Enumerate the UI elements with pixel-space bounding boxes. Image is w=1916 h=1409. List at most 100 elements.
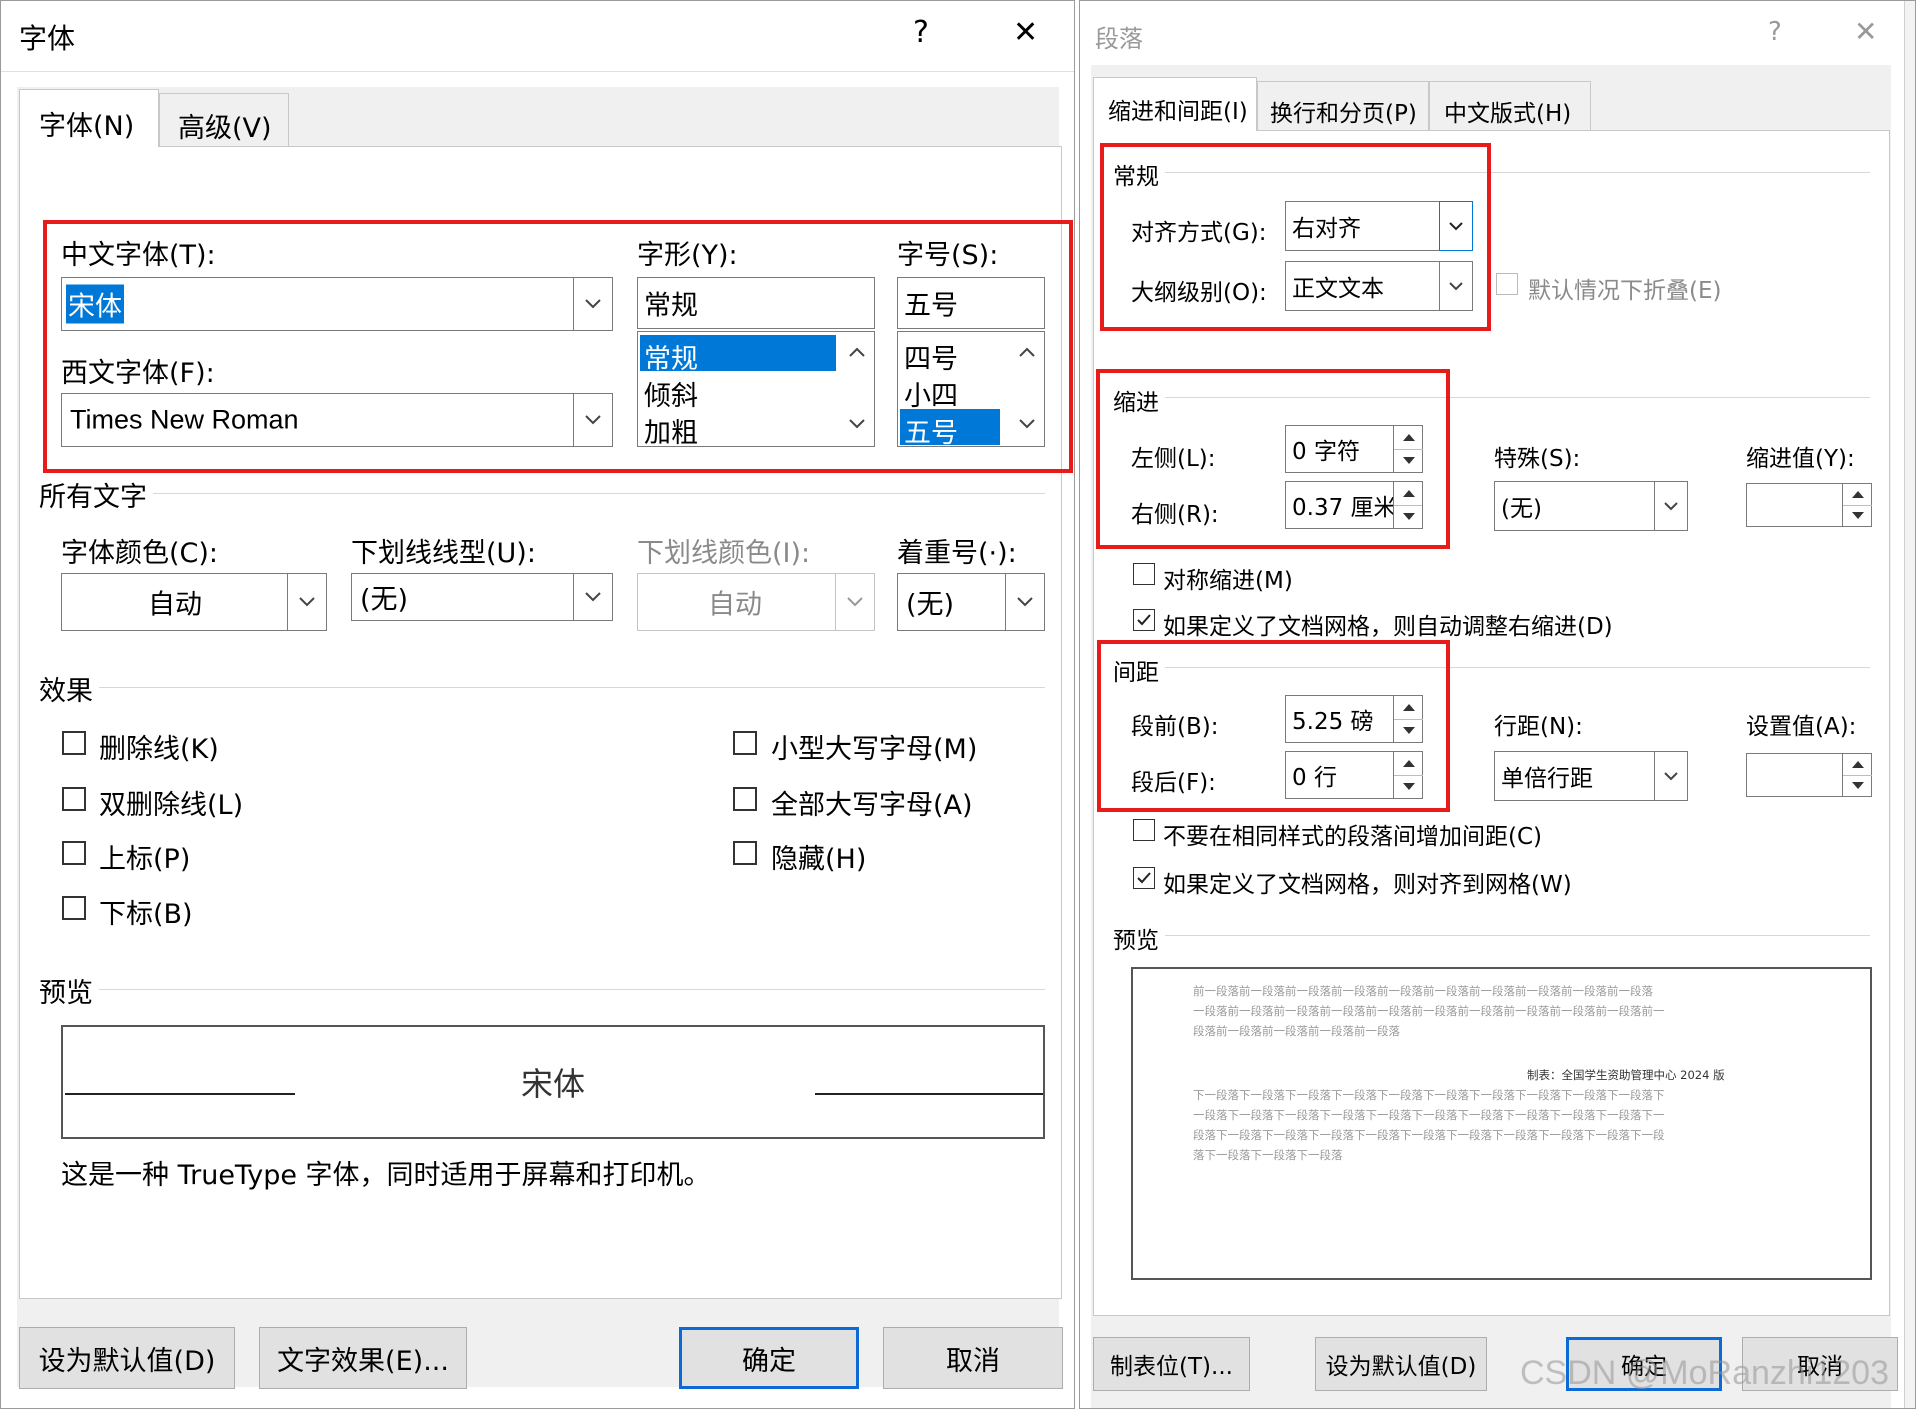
help-button[interactable]: ? bbox=[913, 15, 929, 50]
line-spacing-label: 行距(N): bbox=[1494, 714, 1583, 740]
preview-sample: 宋体 bbox=[521, 1065, 586, 1103]
font-color-label: 字体颜色(C): bbox=[61, 538, 219, 569]
tab-line-page-breaks[interactable]: 换行和分页(P) bbox=[1257, 81, 1429, 131]
divider bbox=[41, 687, 1045, 688]
double-strikethrough-checkbox[interactable] bbox=[62, 787, 86, 811]
preview-description: 这是一种 TrueType 字体，同时适用于屏幕和打印机。 bbox=[61, 1160, 711, 1191]
checkbox-label: 默认情况下折叠(E) bbox=[1528, 278, 1722, 304]
at-spinner[interactable] bbox=[1746, 753, 1872, 797]
preview-line: 段落前一段落前一段落前一段落前一段落 bbox=[1193, 1024, 1400, 1038]
divider bbox=[1113, 935, 1870, 936]
underline-style-combo[interactable]: (无) bbox=[351, 573, 613, 621]
preview-line: 一段落下一段落下一段落下一段落下一段落下一段落下一段落下一段落下一段落下一段落下… bbox=[1193, 1108, 1665, 1122]
preview-line: 落下一段落下一段落下一段落 bbox=[1193, 1148, 1343, 1162]
title-divider bbox=[1, 71, 1074, 72]
chevron-down-icon[interactable] bbox=[1654, 751, 1688, 801]
indent-by-label: 缩进值(Y): bbox=[1746, 446, 1855, 472]
cancel-button[interactable]: 取消 bbox=[883, 1327, 1063, 1389]
preview-next-paragraph: 下一段落下一段落下一段落下一段落下一段落下一段落下一段落下一段落下一段落下一段落… bbox=[1193, 1085, 1793, 1165]
tab-advanced[interactable]: 高级(V) bbox=[159, 93, 289, 147]
preview-rule bbox=[65, 1093, 295, 1095]
at-label: 设置值(A): bbox=[1746, 714, 1857, 740]
underline-color-combo: 自动 bbox=[637, 573, 875, 631]
preview-line: 段落下一段落下一段落下一段落下一段落下一段落下一段落下一段落下一段落下一段落下一… bbox=[1193, 1128, 1665, 1142]
help-button[interactable]: ? bbox=[1768, 17, 1782, 47]
checkbox-label: 如果定义了文档网格，则自动调整右缩进(D) bbox=[1163, 614, 1613, 640]
emphasis-label: 着重号(·): bbox=[897, 538, 1017, 569]
chevron-down-icon[interactable] bbox=[287, 573, 327, 631]
section-heading: 预览 bbox=[39, 971, 99, 1010]
section-heading: 间距 bbox=[1113, 653, 1165, 687]
preview-line: 下一段落下一段落下一段落下一段落下一段落下一段落下一段落下一段落下一段落下一段落… bbox=[1193, 1088, 1665, 1102]
checkbox-label: 双删除线(L) bbox=[99, 790, 244, 821]
spin-down-icon[interactable] bbox=[1843, 504, 1872, 528]
small-caps-checkbox[interactable] bbox=[733, 731, 757, 755]
checkbox-label: 上标(P) bbox=[99, 844, 191, 875]
paragraph-dialog: 段落 ? ✕ 缩进和间距(I) 换行和分页(P) 中文版式(H) 常规 对齐方式… bbox=[1079, 0, 1916, 1409]
chevron-down-icon[interactable] bbox=[1654, 481, 1688, 531]
mirror-indents-checkbox[interactable] bbox=[1133, 563, 1155, 585]
tabs-button[interactable]: 制表位(T)... bbox=[1093, 1337, 1250, 1391]
subscript-checkbox[interactable] bbox=[62, 896, 86, 920]
preview-line: 前一段落前一段落前一段落前一段落前一段落前一段落前一段落前一段落前一段落前一段落 bbox=[1193, 984, 1653, 998]
no-space-same-style-checkbox[interactable] bbox=[1133, 819, 1155, 841]
checkbox-label: 下标(B) bbox=[99, 899, 193, 930]
special-label: 特殊(S): bbox=[1494, 446, 1581, 472]
chevron-down-icon bbox=[835, 573, 875, 631]
divider bbox=[41, 493, 1045, 494]
emphasis-combo[interactable]: (无) bbox=[897, 573, 1045, 631]
special-combo[interactable]: (无) bbox=[1494, 481, 1688, 531]
checkbox-label: 删除线(K) bbox=[99, 734, 219, 765]
watermark: CSDN @MoRanzhi1203 bbox=[1520, 1354, 1890, 1392]
superscript-checkbox[interactable] bbox=[62, 841, 86, 865]
section-heading: 效果 bbox=[39, 669, 99, 708]
preview-rule bbox=[815, 1093, 1043, 1095]
checkbox-label: 对称缩进(M) bbox=[1163, 568, 1293, 594]
close-button[interactable]: ✕ bbox=[1013, 15, 1038, 50]
checkbox-label: 不要在相同样式的段落间增加间距(C) bbox=[1163, 824, 1543, 850]
all-caps-checkbox[interactable] bbox=[733, 787, 757, 811]
underline-style-label: 下划线线型(U): bbox=[351, 538, 536, 569]
window-edge bbox=[1904, 1, 1915, 1408]
font-dialog: 字体 ? ✕ 字体(N) 高级(V) 中文字体(T): 宋体 西文字体(F): … bbox=[0, 0, 1075, 1409]
chevron-down-icon[interactable] bbox=[1005, 573, 1045, 631]
highlight-box bbox=[43, 220, 1073, 473]
preview-box: 宋体 bbox=[61, 1025, 1045, 1139]
preview-box: 前一段落前一段落前一段落前一段落前一段落前一段落前一段落前一段落前一段落前一段落… bbox=[1131, 967, 1872, 1280]
checkmark-icon bbox=[1137, 614, 1151, 626]
section-heading: 预览 bbox=[1113, 921, 1165, 955]
checkbox-label: 小型大写字母(M) bbox=[771, 734, 978, 765]
tab-indents-spacing[interactable]: 缩进和间距(I) bbox=[1093, 77, 1257, 131]
hidden-checkbox[interactable] bbox=[733, 841, 757, 865]
checkbox-label: 如果定义了文档网格，则对齐到网格(W) bbox=[1163, 872, 1572, 898]
indent-by-spinner[interactable] bbox=[1746, 483, 1872, 527]
close-button[interactable]: ✕ bbox=[1854, 15, 1877, 48]
preview-prev-paragraph: 前一段落前一段落前一段落前一段落前一段落前一段落前一段落前一段落前一段落前一段落… bbox=[1193, 981, 1793, 1041]
spin-up-icon[interactable] bbox=[1843, 753, 1872, 775]
strikethrough-checkbox[interactable] bbox=[62, 731, 86, 755]
preview-line: 一段落前一段落前一段落前一段落前一段落前一段落前一段落前一段落前一段落前一段落前… bbox=[1193, 1004, 1665, 1018]
dialog-title: 字体 bbox=[19, 22, 76, 55]
line-spacing-combo[interactable]: 单倍行距 bbox=[1494, 751, 1688, 801]
checkmark-icon bbox=[1137, 872, 1151, 884]
collapse-checkbox bbox=[1496, 273, 1518, 295]
set-default-button[interactable]: 设为默认值(D) bbox=[19, 1327, 235, 1389]
preview-current-paragraph: 制表：全国学生资助管理中心 2024 版 bbox=[1527, 1068, 1725, 1082]
set-default-button[interactable]: 设为默认值(D) bbox=[1315, 1337, 1487, 1391]
section-heading: 常规 bbox=[1113, 157, 1165, 191]
ok-button[interactable]: 确定 bbox=[679, 1327, 859, 1389]
divider bbox=[41, 989, 1045, 990]
tab-font[interactable]: 字体(N) bbox=[19, 89, 159, 147]
checkbox-label: 隐藏(H) bbox=[771, 844, 867, 875]
spin-down-icon[interactable] bbox=[1843, 774, 1872, 798]
section-heading: 缩进 bbox=[1113, 383, 1165, 417]
spin-up-icon[interactable] bbox=[1843, 483, 1872, 505]
chevron-down-icon[interactable] bbox=[573, 573, 613, 621]
dialog-title: 段落 bbox=[1095, 25, 1143, 53]
text-effects-button[interactable]: 文字效果(E)... bbox=[259, 1327, 467, 1389]
section-heading: 所有文字 bbox=[39, 475, 153, 514]
checkbox-label: 全部大写字母(A) bbox=[771, 790, 973, 821]
underline-color-label: 下划线颜色(I): bbox=[637, 538, 811, 569]
font-color-combo[interactable]: 自动 bbox=[61, 573, 327, 631]
tab-asian-typography[interactable]: 中文版式(H) bbox=[1429, 81, 1591, 131]
